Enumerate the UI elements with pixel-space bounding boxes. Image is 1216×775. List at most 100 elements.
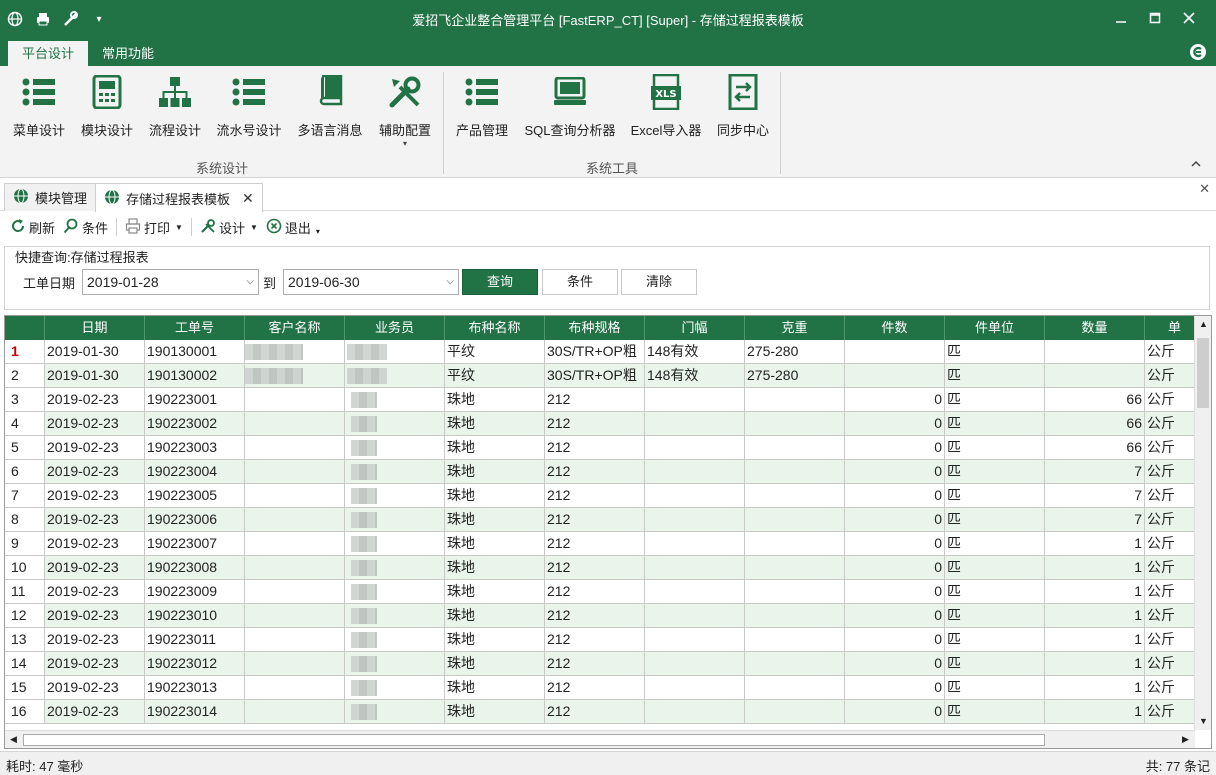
column-header[interactable]: 客户名称: [245, 316, 345, 340]
table-cell[interactable]: 珠地: [445, 484, 545, 508]
table-cell[interactable]: 7: [1045, 460, 1145, 484]
table-cell[interactable]: 2019-02-23: [45, 700, 145, 724]
table-cell[interactable]: 0: [845, 532, 945, 556]
table-cell[interactable]: 212: [545, 628, 645, 652]
table-cell[interactable]: 30S/TR+OP粗: [545, 364, 645, 388]
table-cell[interactable]: 212: [545, 676, 645, 700]
table-cell[interactable]: [345, 460, 445, 484]
table-cell[interactable]: [745, 580, 845, 604]
table-cell[interactable]: 190223006: [145, 508, 245, 532]
table-cell[interactable]: 190223013: [145, 676, 245, 700]
table-cell[interactable]: 212: [545, 460, 645, 484]
table-cell[interactable]: [645, 508, 745, 532]
table-row[interactable]: 14 2019-02-23 190223012 珠地 212 0 匹 1 公斤: [5, 652, 1195, 676]
table-cell[interactable]: 66: [1045, 412, 1145, 436]
table-cell[interactable]: [245, 460, 345, 484]
table-cell[interactable]: 2019-02-23: [45, 412, 145, 436]
print-button[interactable]: 打印 ▼: [125, 217, 183, 237]
table-cell[interactable]: 2019-02-23: [45, 532, 145, 556]
table-cell[interactable]: [645, 388, 745, 412]
table-cell[interactable]: 190223002: [145, 412, 245, 436]
table-row[interactable]: 15 2019-02-23 190223013 珠地 212 0 匹 1 公斤: [5, 676, 1195, 700]
table-cell[interactable]: 0: [845, 700, 945, 724]
table-cell[interactable]: 7: [1045, 484, 1145, 508]
table-cell[interactable]: 匹: [945, 412, 1045, 436]
table-cell[interactable]: [1045, 340, 1145, 364]
table-cell[interactable]: 190130001: [145, 340, 245, 364]
table-cell[interactable]: 平纹: [445, 364, 545, 388]
table-cell[interactable]: 珠地: [445, 580, 545, 604]
serial-number-design-button[interactable]: 流水号设计: [212, 70, 286, 150]
table-cell[interactable]: [345, 388, 445, 412]
table-cell[interactable]: 匹: [945, 604, 1045, 628]
table-cell[interactable]: [245, 412, 345, 436]
table-cell[interactable]: 212: [545, 388, 645, 412]
table-cell[interactable]: 0: [845, 460, 945, 484]
table-cell[interactable]: 匹: [945, 436, 1045, 460]
maximize-button[interactable]: [1138, 4, 1172, 32]
table-cell[interactable]: [745, 460, 845, 484]
table-cell[interactable]: 珠地: [445, 556, 545, 580]
table-cell[interactable]: 公斤: [1145, 604, 1195, 628]
table-cell[interactable]: 珠地: [445, 652, 545, 676]
close-document-icon[interactable]: ✕: [1199, 181, 1210, 197]
table-cell[interactable]: 1: [1045, 556, 1145, 580]
table-cell[interactable]: 212: [545, 508, 645, 532]
table-cell[interactable]: 0: [845, 436, 945, 460]
multilingual-messages-button[interactable]: 多语言消息: [294, 70, 366, 150]
table-cell[interactable]: 212: [545, 532, 645, 556]
table-cell[interactable]: 1: [1045, 532, 1145, 556]
table-cell[interactable]: 匹: [945, 532, 1045, 556]
table-cell[interactable]: [645, 556, 745, 580]
table-cell[interactable]: 匹: [945, 700, 1045, 724]
table-cell[interactable]: [745, 388, 845, 412]
table-cell[interactable]: 275-280: [745, 340, 845, 364]
auxiliary-config-button[interactable]: 辅助配置 ▾: [372, 70, 438, 150]
table-cell[interactable]: [645, 460, 745, 484]
table-cell[interactable]: [245, 652, 345, 676]
table-cell[interactable]: 公斤: [1145, 460, 1195, 484]
table-cell[interactable]: 2019-02-23: [45, 628, 145, 652]
scroll-down-icon[interactable]: ▼: [1195, 713, 1211, 730]
table-cell[interactable]: 公斤: [1145, 580, 1195, 604]
table-cell[interactable]: 公斤: [1145, 436, 1195, 460]
help-icon[interactable]: [1188, 42, 1208, 62]
ribbon-tab-platform-design[interactable]: 平台设计: [8, 41, 89, 66]
table-cell[interactable]: [245, 700, 345, 724]
close-tab-icon[interactable]: ✕: [242, 190, 254, 207]
table-cell[interactable]: [245, 556, 345, 580]
column-header[interactable]: 布种名称: [445, 316, 545, 340]
table-cell[interactable]: 公斤: [1145, 652, 1195, 676]
table-cell[interactable]: [345, 484, 445, 508]
scroll-thumb[interactable]: [1197, 338, 1209, 408]
ribbon-tab-common-functions[interactable]: 常用功能: [88, 41, 168, 66]
column-header[interactable]: 件单位: [945, 316, 1045, 340]
table-cell[interactable]: 2019-02-23: [45, 580, 145, 604]
menu-design-button[interactable]: 菜单设计: [8, 70, 70, 150]
chevron-down-icon[interactable]: ⌵: [446, 270, 454, 294]
table-cell[interactable]: [645, 676, 745, 700]
column-header[interactable]: 日期: [45, 316, 145, 340]
condition-button[interactable]: 条件: [63, 218, 108, 237]
table-cell[interactable]: [745, 628, 845, 652]
table-row[interactable]: 13 2019-02-23 190223011 珠地 212 0 匹 1 公斤: [5, 628, 1195, 652]
table-cell[interactable]: [745, 556, 845, 580]
table-cell[interactable]: 190223004: [145, 460, 245, 484]
table-cell[interactable]: 公斤: [1145, 532, 1195, 556]
table-cell[interactable]: 190223008: [145, 556, 245, 580]
table-cell[interactable]: [245, 532, 345, 556]
table-cell[interactable]: [345, 412, 445, 436]
column-header[interactable]: 数量: [1045, 316, 1145, 340]
close-button[interactable]: [1172, 4, 1206, 32]
table-cell[interactable]: [845, 340, 945, 364]
table-cell[interactable]: 公斤: [1145, 484, 1195, 508]
table-cell[interactable]: [345, 580, 445, 604]
table-cell[interactable]: 珠地: [445, 460, 545, 484]
table-cell[interactable]: [345, 436, 445, 460]
table-cell[interactable]: 公斤: [1145, 364, 1195, 388]
table-cell[interactable]: [245, 628, 345, 652]
chevron-down-icon[interactable]: ⌵: [246, 270, 254, 294]
table-row[interactable]: 8 2019-02-23 190223006 珠地 212 0 匹 7 公斤: [5, 508, 1195, 532]
table-cell[interactable]: 珠地: [445, 700, 545, 724]
table-cell[interactable]: 212: [545, 412, 645, 436]
